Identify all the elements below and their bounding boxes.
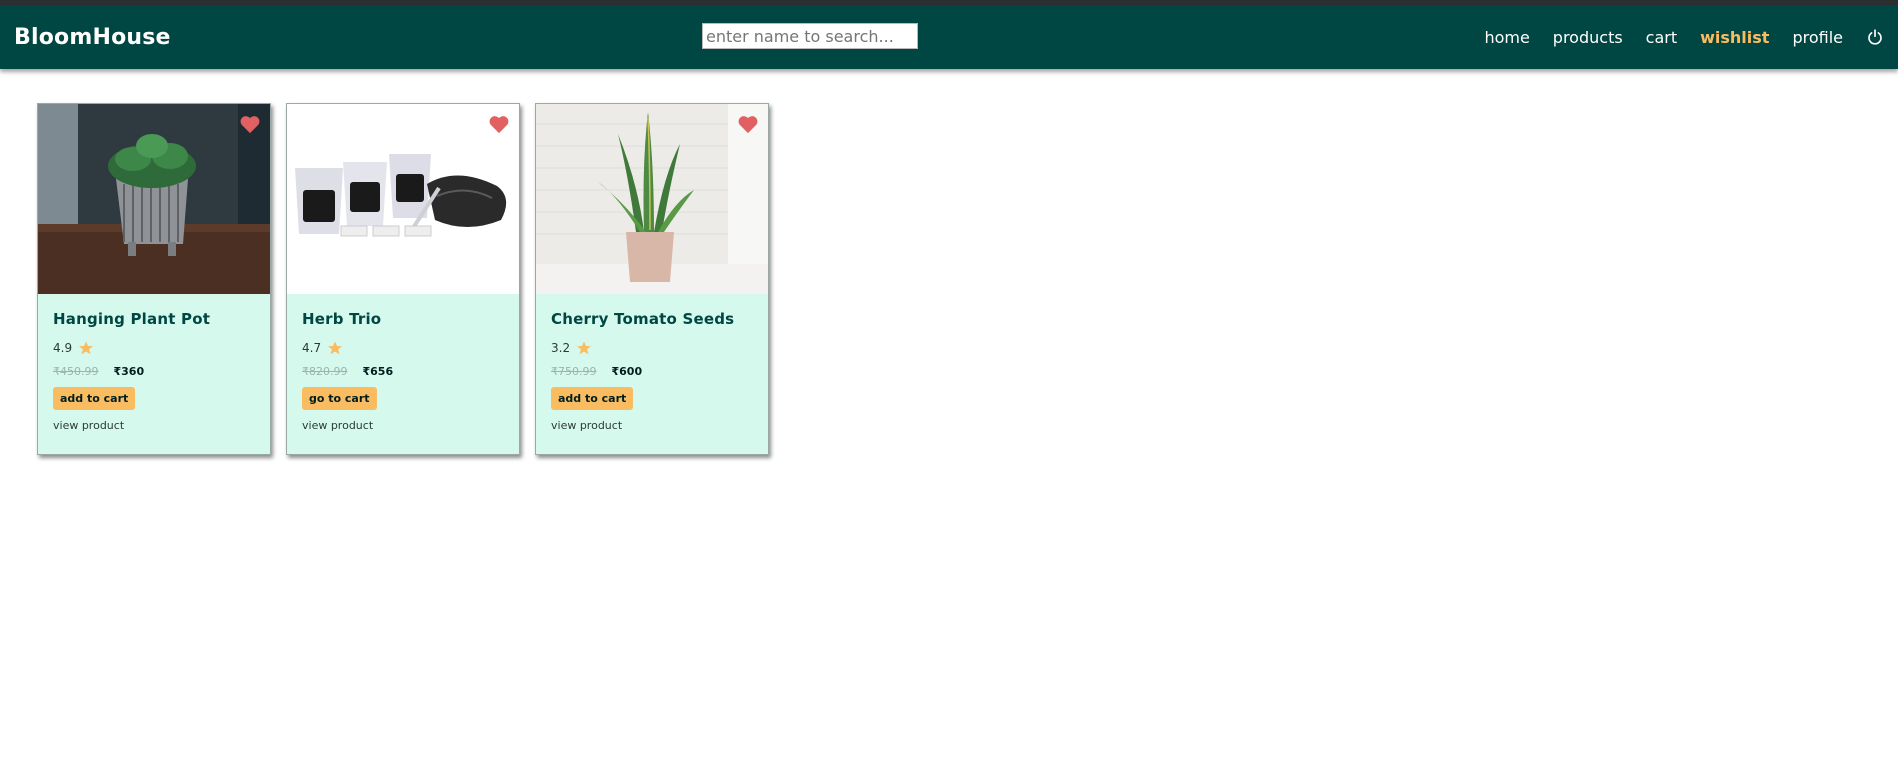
product-name: Herb Trio	[302, 310, 382, 328]
discounted-price: ₹656	[362, 365, 394, 378]
nav-link-cart[interactable]: cart	[1646, 28, 1677, 47]
brand-logo[interactable]: BloomHouse	[14, 25, 171, 50]
wishlist-grid: Hanging Plant Pot 4.9 ₹450.99 ₹360 add t…	[0, 69, 1898, 455]
star-icon	[79, 341, 94, 355]
rating-row: 4.9	[53, 340, 255, 356]
add-to-cart-button[interactable]: add to cart	[53, 387, 136, 410]
go-to-cart-button[interactable]: go to cart	[302, 387, 377, 410]
discounted-price: ₹360	[113, 365, 145, 378]
nav-links: home products cart wishlist profile	[1461, 28, 1884, 47]
nav-link-products[interactable]: products	[1553, 28, 1623, 47]
search-input[interactable]	[702, 23, 918, 49]
discounted-price: ₹600	[611, 365, 643, 378]
product-image[interactable]	[287, 104, 519, 294]
product-name: Cherry Tomato Seeds	[551, 310, 735, 328]
wishlist-heart-icon[interactable]	[737, 114, 759, 134]
product-name: Hanging Plant Pot	[53, 310, 211, 328]
product-image[interactable]	[38, 104, 270, 294]
power-icon[interactable]	[1866, 28, 1884, 46]
nav-link-home[interactable]: home	[1484, 28, 1529, 47]
view-product-link[interactable]: view product	[302, 419, 504, 432]
product-image[interactable]	[536, 104, 768, 294]
card-body: Hanging Plant Pot 4.9 ₹450.99 ₹360 add t…	[38, 294, 270, 432]
rating-value: 4.9	[53, 341, 73, 355]
wishlist-heart-icon[interactable]	[239, 114, 261, 134]
wishlist-heart-icon[interactable]	[488, 114, 510, 134]
view-product-link[interactable]: view product	[551, 419, 753, 432]
card-body: Cherry Tomato Seeds 3.2 ₹750.99 ₹600 add…	[536, 294, 768, 432]
price-row: ₹450.99 ₹360	[53, 365, 255, 378]
navbar: BloomHouse home products cart wishlist p…	[0, 5, 1898, 69]
original-price: ₹450.99	[53, 365, 99, 378]
rating-value: 4.7	[302, 341, 322, 355]
product-card: Cherry Tomato Seeds 3.2 ₹750.99 ₹600 add…	[535, 103, 769, 455]
product-card: Hanging Plant Pot 4.9 ₹450.99 ₹360 add t…	[37, 103, 271, 455]
rating-value: 3.2	[551, 341, 571, 355]
rating-row: 3.2	[551, 340, 753, 356]
nav-link-wishlist[interactable]: wishlist	[1700, 28, 1769, 47]
product-card: Herb Trio 4.7 ₹820.99 ₹656 go to cart vi…	[286, 103, 520, 455]
view-product-link[interactable]: view product	[53, 419, 255, 432]
original-price: ₹820.99	[302, 365, 348, 378]
card-body: Herb Trio 4.7 ₹820.99 ₹656 go to cart vi…	[287, 294, 519, 432]
star-icon	[328, 341, 343, 355]
rating-row: 4.7	[302, 340, 504, 356]
price-row: ₹750.99 ₹600	[551, 365, 753, 378]
star-icon	[577, 341, 592, 355]
add-to-cart-button[interactable]: add to cart	[551, 387, 634, 410]
nav-link-profile[interactable]: profile	[1792, 28, 1843, 47]
original-price: ₹750.99	[551, 365, 597, 378]
price-row: ₹820.99 ₹656	[302, 365, 504, 378]
